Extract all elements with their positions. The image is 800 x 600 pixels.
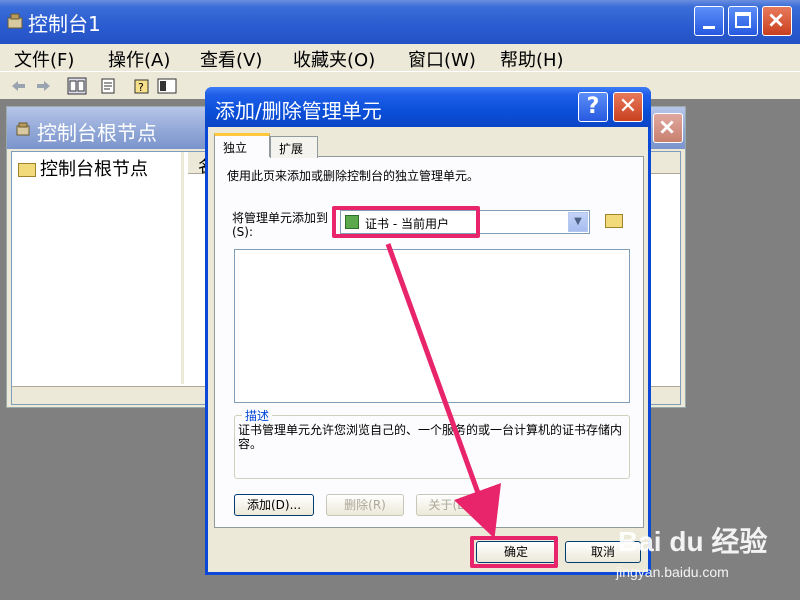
title-bar[interactable]: 控制台1 [0,0,800,44]
add-to-label: 将管理单元添加到(S): [232,211,329,239]
menu-window[interactable]: 窗口(W) [408,46,476,72]
dropdown-highlight-box [332,206,480,238]
chevron-down-icon[interactable]: ▼ [568,212,588,232]
help-icon: ? [586,94,600,119]
watermark: Bai du 经验 jingyan.baidu.com [608,520,788,590]
description-text: 证书管理单元允许您浏览自己的、一个服务的或一台计算机的证书存储内容。 [238,423,623,451]
close-icon [660,120,674,134]
minimize-icon [703,26,715,29]
tree-root-label: 控制台根节点 [40,159,148,180]
dialog-title-bar[interactable]: 添加/删除管理单元 ? ✕ [205,87,651,127]
description-bar-icon[interactable] [156,76,178,96]
ok-button-highlight-box [470,536,558,568]
description-legend: 描述 [242,407,273,424]
menu-file[interactable]: 文件(F) [14,46,74,72]
export-list-icon[interactable] [98,76,120,96]
menu-favorites[interactable]: 收藏夹(O) [293,46,375,72]
watermark-logo: Bai du 经验 [618,526,768,557]
mmc-app-icon [7,13,23,29]
child-title: 控制台根节点 [37,121,157,145]
dialog-title: 添加/删除管理单元 [215,99,382,123]
help-book-icon[interactable]: ? [132,76,154,96]
close-button[interactable] [762,6,792,36]
dialog-close-button[interactable]: ✕ [613,92,643,122]
forward-arrow-icon[interactable] [32,76,54,96]
remove-button[interactable]: 删除(R) [326,494,404,516]
tab-extensions[interactable]: 扩展 [270,136,318,158]
tab-standalone[interactable]: 独立 [214,133,270,157]
minimize-button[interactable] [694,6,724,36]
menu-help[interactable]: 帮助(H) [500,46,564,72]
add-button[interactable]: 添加(D)... [234,494,314,516]
svg-text:?: ? [138,81,144,94]
menu-action[interactable]: 操作(A) [108,46,170,72]
tree-pane: 控制台根节点 [12,152,184,384]
help-button[interactable]: ? [578,92,608,122]
menu-bar: 文件(F) 操作(A) 查看(V) 收藏夹(O) 窗口(W) 帮助(H) [0,44,800,71]
watermark-url: jingyan.baidu.com [616,564,729,580]
about-button[interactable]: 关于(B)... [416,494,494,516]
up-folder-icon[interactable] [605,214,623,228]
maximize-icon [735,12,751,28]
show-hide-tree-icon[interactable] [66,76,88,96]
close-icon [769,13,783,27]
maximize-button[interactable] [728,6,758,36]
back-arrow-icon[interactable] [8,76,30,96]
folder-icon [18,163,36,177]
add-remove-snapin-dialog: 添加/删除管理单元 ? ✕ 独立 扩展 使用此页来添加或删除控制台的独立管理单元… [205,87,651,575]
snapin-list[interactable] [234,249,630,403]
close-icon: ✕ [618,94,638,119]
menu-view[interactable]: 查看(V) [200,46,262,72]
tree-root-node[interactable]: 控制台根节点 [18,155,148,181]
intro-text: 使用此页来添加或删除控制台的独立管理单元。 [227,169,480,183]
child-close-button[interactable] [653,113,683,143]
window-title: 控制台1 [28,12,101,36]
console-icon [16,122,30,136]
